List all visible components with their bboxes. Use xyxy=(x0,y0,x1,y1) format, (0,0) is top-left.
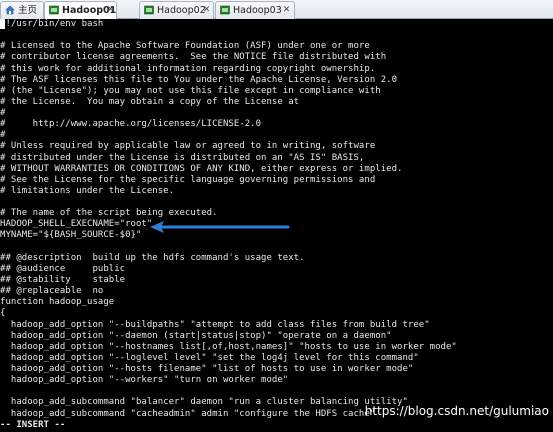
terminal-line: # Unless required by applicable law or a… xyxy=(0,141,376,152)
terminal-line: hadoop_add_option "--buildpaths" "attemp… xyxy=(0,319,430,330)
terminal-line: # (the "License"); you may not use this … xyxy=(0,85,381,96)
tab-label: Hadoop02 xyxy=(157,5,206,16)
close-icon[interactable]: ✕ xyxy=(282,6,291,15)
terminal-line: # the License. You may obtain a copy of … xyxy=(0,96,300,107)
terminal-line: MYNAME="${BASH_SOURCE-$0}" xyxy=(0,230,142,241)
terminal-line: ## @stability stable xyxy=(0,274,126,285)
terminal-line: # See the License for the specific langu… xyxy=(0,174,376,185)
tab-hadoop01[interactable]: Hadoop01 ✕ xyxy=(44,1,117,20)
terminal-line: hadoop_add_option "--workers" "turn on w… xyxy=(0,375,289,386)
text-cursor xyxy=(0,19,5,29)
close-icon[interactable]: ✕ xyxy=(202,6,211,15)
terminal-icon xyxy=(220,5,230,15)
home-icon xyxy=(5,5,15,15)
terminal-line: # The ASF licenses this file to You unde… xyxy=(0,74,398,85)
terminal-line: # http://www.apache.org/licenses/LICENSE… xyxy=(0,119,262,130)
terminal-icon xyxy=(49,5,59,15)
terminal-line: hadoop_add_subcommand "cacheadmin" admin… xyxy=(0,408,376,419)
tab-hadoop02[interactable]: Hadoop02 ✕ xyxy=(139,1,214,19)
terminal-line: # contributor license agreements. See th… xyxy=(0,52,387,63)
vim-mode-indicator: -- INSERT -- xyxy=(0,420,66,431)
terminal-line: # xyxy=(0,108,6,119)
terminal-line: # Licensed to the Apache Software Founda… xyxy=(0,41,370,52)
terminal-line: # The name of the script being executed. xyxy=(0,208,218,219)
terminal-line: hadoop_add_subcommand "balancer" daemon … xyxy=(0,397,408,408)
tab-label: Hadoop03 xyxy=(233,5,282,16)
terminal-line: ## @audience public xyxy=(0,263,126,274)
terminal-line: # WITHOUT WARRANTIES OR CONDITIONS OF AN… xyxy=(0,163,403,174)
arrow-annotation xyxy=(150,221,290,233)
tab-hadoop03[interactable]: Hadoop03 ✕ xyxy=(215,1,295,19)
terminal-line: hadoop_add_option "--hosts filename" "li… xyxy=(0,364,414,375)
tab-label: 主页 xyxy=(18,5,38,16)
terminal-line: HADOOP_SHELL_EXECNAME="root" xyxy=(0,219,153,230)
tab-bar: 主页 Hadoop01 ✕ Hadoop02 ✕ Hadoop03 ✕ xyxy=(0,0,553,20)
terminal-line: ## @replaceable no xyxy=(0,286,104,297)
watermark: https://blog.csdn.net/gulumiao xyxy=(364,404,549,418)
terminal-line: hadoop_add_option "--loglevel level" "se… xyxy=(0,352,419,363)
close-icon[interactable]: ✕ xyxy=(106,6,115,15)
terminal-line: ## @description build up the hdfs comman… xyxy=(0,252,305,263)
terminal-icon xyxy=(144,5,154,15)
terminal-line: #!/usr/bin/env bash xyxy=(0,19,104,29)
terminal-line: { xyxy=(0,308,6,319)
terminal-line: # distributed under the License is distr… xyxy=(0,152,365,163)
terminal-line: # this work for additional information r… xyxy=(0,63,376,74)
terminal-line: # limitations under the License. xyxy=(0,185,175,196)
terminal-line: # xyxy=(0,130,6,141)
tab-home[interactable]: 主页 xyxy=(0,1,44,19)
terminal-line: hadoop_add_option "--daemon (start|statu… xyxy=(0,330,392,341)
terminal-line: hadoop_add_option "--hostnames list[,of,… xyxy=(0,341,457,352)
terminal-line: function hadoop_usage xyxy=(0,297,115,308)
